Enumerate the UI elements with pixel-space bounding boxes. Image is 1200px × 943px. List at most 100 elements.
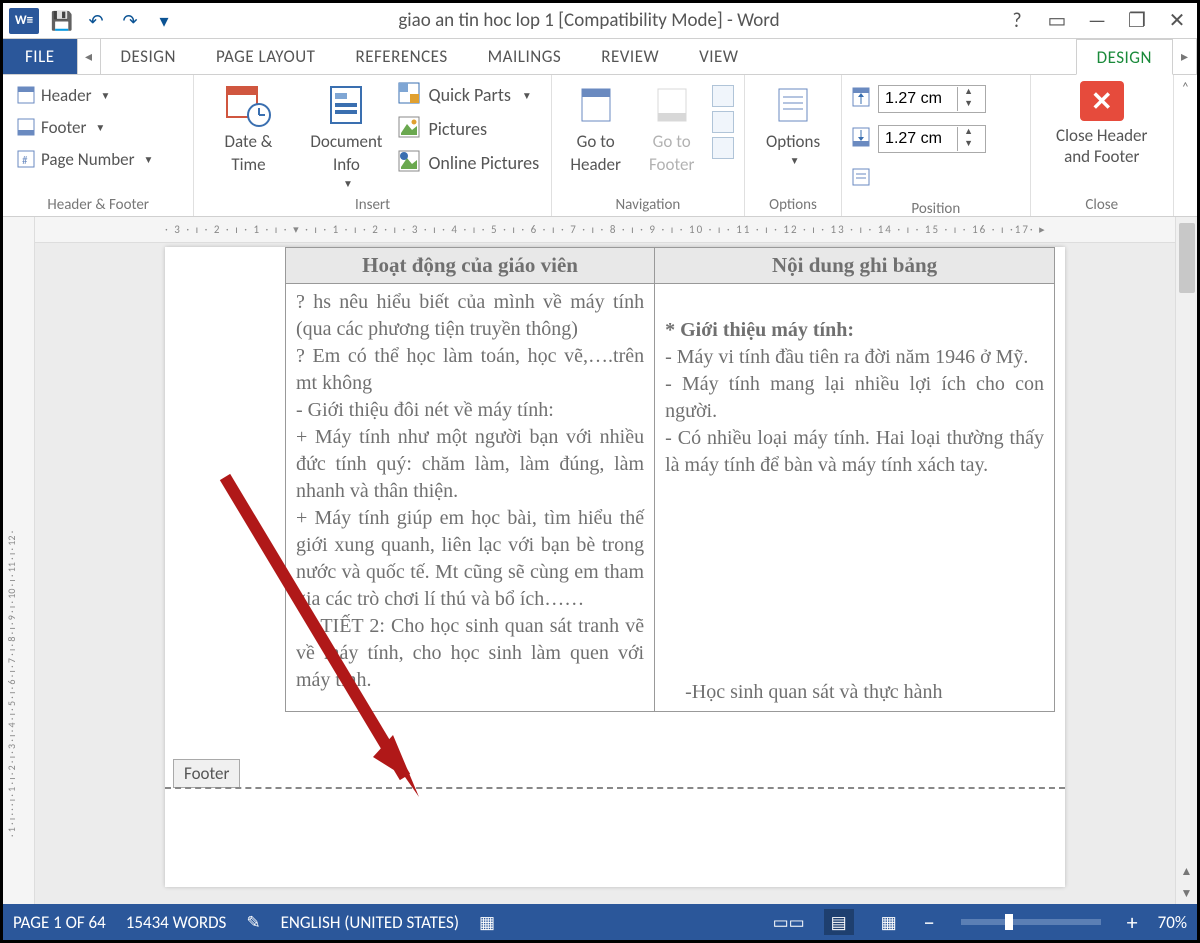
read-mode-button[interactable]: ▭▭	[774, 909, 804, 935]
pictures-button[interactable]: Pictures	[398, 113, 542, 145]
qat-undo[interactable]: ↶	[79, 5, 113, 37]
window-title: giao an tin hoc lop 1 [Compatibility Mod…	[181, 9, 997, 32]
svg-text:#: #	[22, 154, 28, 167]
link-to-previous-button[interactable]	[712, 137, 734, 159]
status-words[interactable]: 15434 WORDS	[126, 912, 227, 933]
options-button[interactable]: Options ▼	[753, 79, 833, 167]
macro-icon[interactable]: ▦	[479, 912, 495, 933]
document-info-button[interactable]: Document Info ▼	[300, 79, 392, 193]
table-header-left: Hoạt động của giáo viên	[286, 248, 655, 284]
zoom-slider[interactable]	[961, 919, 1101, 925]
group-label-close: Close	[1039, 193, 1165, 216]
dropdown-icon: ▼	[790, 154, 800, 167]
group-navigation: Go to Header Go to Footer Navigation	[552, 75, 745, 216]
goto-footer-label-a: Go to	[653, 131, 691, 152]
close-label-b: and Footer	[1064, 146, 1139, 167]
document-area[interactable]: · 3 · ı · 2 · ı · 1 · ı · ▾ · ı · 1 · ı …	[35, 217, 1175, 904]
zoom-slider-thumb[interactable]	[1005, 914, 1013, 930]
pictures-icon	[398, 116, 420, 143]
table-cell-left[interactable]: ? hs nêu hiểu biết của mình về máy tính …	[286, 284, 655, 712]
dropdown-icon: ▼	[101, 89, 111, 102]
quick-parts-button[interactable]: Quick Parts▼	[398, 79, 542, 111]
page-number-button[interactable]: # Page Number▼	[11, 143, 185, 175]
web-layout-button[interactable]: ▦	[874, 909, 904, 935]
help-button[interactable]: ?	[997, 5, 1037, 37]
scroll-up-icon[interactable]: ▲	[1181, 860, 1193, 882]
online-pictures-button[interactable]: Online Pictures	[398, 147, 542, 179]
minimize-button[interactable]: —	[1077, 5, 1117, 37]
customize-icon: ▾	[159, 10, 168, 32]
qat-customize[interactable]: ▾	[147, 5, 181, 37]
group-close: ✕ Close Header and Footer Close	[1031, 75, 1174, 216]
redo-icon: ↷	[122, 10, 137, 32]
dropdown-icon: ▼	[343, 177, 353, 190]
page[interactable]: Hoạt động của giáo viên Nội dung ghi bản…	[165, 247, 1065, 887]
doc-info-label-b: Info	[333, 154, 360, 175]
group-label-nav: Navigation	[560, 193, 736, 216]
group-label-insert: Insert	[202, 193, 542, 216]
status-language[interactable]: ENGLISH (UNITED STATES)	[281, 912, 459, 933]
ribbon-display-options[interactable]: ▭	[1037, 5, 1077, 37]
header-from-top-icon	[850, 86, 872, 113]
tab-page-layout[interactable]: PAGE LAYOUT	[196, 39, 336, 74]
goto-header-label-b: Header	[570, 154, 621, 175]
tab-design-main[interactable]: DESIGN	[101, 39, 196, 74]
tab-view[interactable]: VIEW	[679, 39, 758, 74]
tab-review[interactable]: REVIEW	[581, 39, 679, 74]
footer-from-bottom-value[interactable]	[879, 128, 957, 150]
vertical-scrollbar[interactable]: ▲ ▼	[1175, 217, 1197, 904]
zoom-in-button[interactable]: +	[1127, 909, 1138, 936]
tab-file[interactable]: FILE	[3, 39, 77, 74]
header-button[interactable]: Header▼	[11, 79, 185, 111]
title-bar: W≡ 💾 ↶ ↷ ▾ giao an tin hoc lop 1 [Compat…	[3, 3, 1197, 39]
print-layout-button[interactable]: ▤	[824, 909, 854, 935]
dropdown-icon: ▼	[95, 121, 105, 134]
spin-down-icon[interactable]: ▼	[958, 139, 979, 151]
collapse-ribbon-button[interactable]: ˄	[1174, 75, 1197, 216]
vertical-ruler[interactable]: · 1 · ı · · · ı · 1 · ı · 2 · ı · 3 · ı …	[3, 217, 35, 904]
previous-section-button[interactable]	[712, 85, 734, 107]
tab-header-footer-design[interactable]: DESIGN	[1076, 39, 1173, 75]
close-header-footer-button[interactable]: ✕ Close Header and Footer	[1039, 79, 1165, 167]
zoom-out-button[interactable]: −	[924, 909, 935, 936]
online-pictures-icon	[398, 150, 420, 177]
tab-mailings[interactable]: MAILINGS	[468, 39, 582, 74]
options-label: Options	[766, 131, 820, 152]
close-window-button[interactable]: ✕	[1157, 5, 1197, 37]
ribbon-tabs: FILE ◂ DESIGN PAGE LAYOUT REFERENCES MAI…	[3, 39, 1197, 75]
document-info-icon	[322, 81, 370, 129]
tab-nav-prev[interactable]: ◂	[77, 39, 101, 74]
date-time-label-a: Date &	[225, 131, 273, 152]
options-icon	[769, 81, 817, 129]
horizontal-ruler[interactable]: · 3 · ı · 2 · ı · 1 · ı · ▾ · ı · 1 · ı …	[35, 217, 1175, 243]
footer-button[interactable]: Footer▼	[11, 111, 185, 143]
header-from-top-value[interactable]	[879, 88, 957, 110]
table-cell-right[interactable]: * Giới thiệu máy tính: - Máy vi tính đầu…	[655, 284, 1055, 712]
footer-region-tab[interactable]: Footer	[173, 759, 240, 788]
date-time-icon	[224, 81, 272, 129]
close-x-icon: ✕	[1080, 81, 1124, 121]
header-from-top-input[interactable]: ▲▼	[878, 85, 986, 113]
status-page[interactable]: PAGE 1 OF 64	[13, 912, 106, 933]
group-label-options: Options	[753, 193, 833, 216]
quick-parts-label: Quick Parts	[428, 84, 510, 106]
qat-save[interactable]: 💾	[45, 5, 79, 37]
qat-redo[interactable]: ↷	[113, 5, 147, 37]
tab-references[interactable]: REFERENCES	[335, 39, 467, 74]
goto-header-button[interactable]: Go to Header	[560, 79, 632, 193]
footer-from-bottom-icon	[850, 126, 872, 153]
scroll-down-icon[interactable]: ▼	[1181, 882, 1193, 904]
scrollbar-thumb[interactable]	[1179, 223, 1195, 293]
date-time-button[interactable]: Date & Time	[202, 79, 294, 193]
footer-boundary-line	[165, 787, 1065, 789]
footer-from-bottom-input[interactable]: ▲▼	[878, 125, 986, 153]
tab-nav-next[interactable]: ▸	[1173, 39, 1197, 74]
table-header-right: Nội dung ghi bảng	[655, 248, 1055, 284]
zoom-level[interactable]: 70%	[1158, 912, 1187, 933]
restore-button[interactable]: ❐	[1117, 5, 1157, 37]
dropdown-icon: ▼	[144, 153, 154, 166]
proofing-icon[interactable]: ✎	[246, 912, 260, 933]
next-section-button[interactable]	[712, 111, 734, 133]
insert-alignment-tab-icon[interactable]	[850, 166, 872, 193]
spin-down-icon[interactable]: ▼	[958, 99, 979, 111]
